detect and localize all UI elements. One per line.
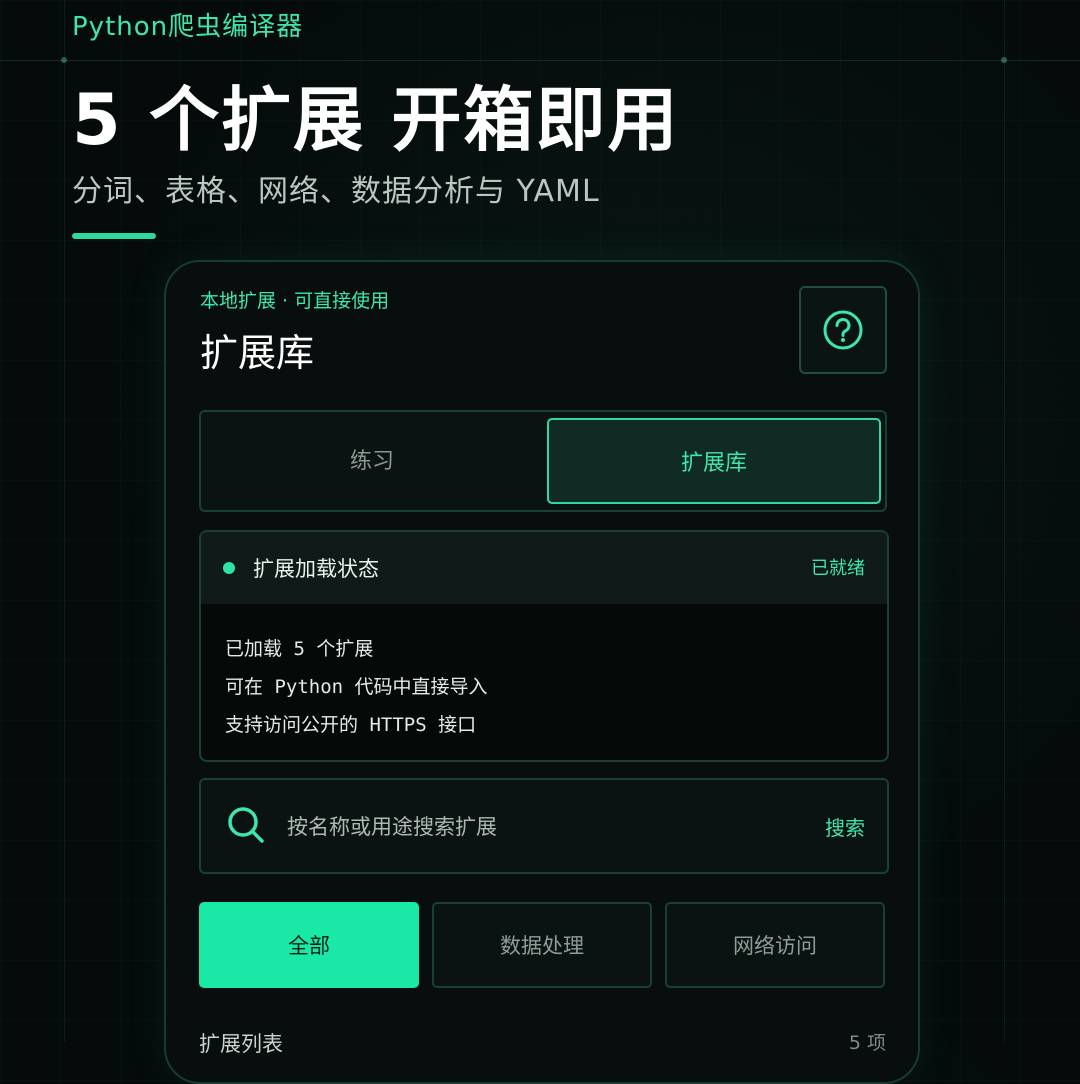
hero-title: 5 个扩展 开箱即用	[72, 79, 680, 161]
app-panel: 本地扩展 · 可直接使用 扩展库 练习 扩展库 扩展加载状态 已就绪 已加载 5…	[164, 260, 920, 1084]
filter-all[interactable]: 全部	[199, 902, 419, 988]
mode-tabs: 练习 扩展库	[199, 410, 887, 512]
search-bar: 搜索	[199, 778, 889, 874]
filter-data-processing[interactable]: 数据处理	[432, 902, 652, 988]
panel-eyebrow: 本地扩展 · 可直接使用	[200, 290, 390, 312]
status-indicator-dot	[223, 562, 235, 574]
extension-status-card: 扩展加载状态 已就绪 已加载 5 个扩展 可在 Python 代码中直接导入 支…	[199, 530, 889, 762]
grid-line	[64, 0, 65, 1042]
status-line: 可在 Python 代码中直接导入	[225, 676, 488, 698]
search-input[interactable]	[285, 806, 769, 848]
tab-extension-library[interactable]: 扩展库	[547, 418, 881, 504]
brand-name: Python爬虫编译器	[72, 12, 304, 42]
filter-network-access[interactable]: 网络访问	[665, 902, 885, 988]
status-line: 已加载 5 个扩展	[225, 638, 374, 660]
tab-practice[interactable]: 练习	[207, 418, 537, 500]
help-button[interactable]	[799, 286, 887, 374]
search-button[interactable]: 搜索	[825, 812, 865, 841]
status-badge: 已就绪	[811, 558, 865, 579]
grid-line	[1004, 0, 1005, 1042]
status-details: 已加载 5 个扩展 可在 Python 代码中直接导入 支持访问公开的 HTTP…	[225, 630, 488, 744]
status-line: 支持访问公开的 HTTPS 接口	[225, 714, 477, 736]
grid-dot	[1001, 57, 1007, 63]
hero-accent-line	[72, 233, 156, 239]
question-circle-icon	[823, 310, 863, 350]
grid-dot	[61, 57, 67, 63]
extension-list-label: 扩展列表	[199, 1032, 283, 1056]
grid-line	[0, 60, 1080, 61]
status-title: 扩展加载状态	[253, 557, 379, 581]
search-icon	[228, 807, 264, 843]
status-header: 扩展加载状态	[201, 532, 887, 604]
panel-title: 扩展库	[200, 331, 315, 375]
hero-subtitle: 分词、表格、网络、数据分析与 YAML	[72, 174, 600, 209]
